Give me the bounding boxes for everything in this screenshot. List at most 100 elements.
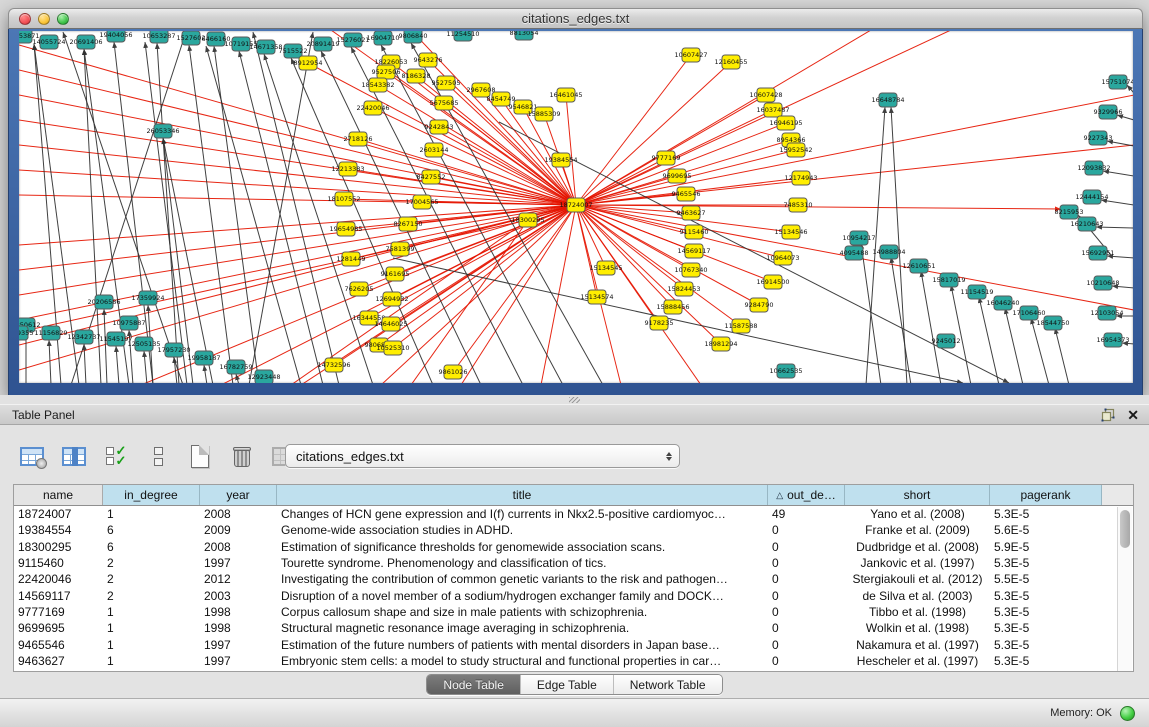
- tab-network-table[interactable]: Network Table: [614, 675, 722, 694]
- minimize-window-button[interactable]: [38, 13, 50, 25]
- table-row[interactable]: 977716911998Corpus callosum shape and si…: [14, 604, 1133, 620]
- zoom-window-button[interactable]: [57, 13, 69, 25]
- graph-node[interactable]: 19654985: [329, 222, 362, 236]
- graph-node[interactable]: 12610651: [902, 259, 935, 273]
- graph-node[interactable]: 16037487: [756, 103, 789, 117]
- graph-node[interactable]: 12103054: [1090, 306, 1123, 320]
- graph-node[interactable]: 11154519: [960, 285, 993, 299]
- graph-node[interactable]: 16954373: [1096, 333, 1129, 347]
- citation-network-graph[interactable]: 2055387114055724206914061940405610653287…: [19, 31, 1133, 383]
- graph-node[interactable]: 10662535: [769, 364, 802, 378]
- table-row[interactable]: 946362711997Embryonic stem cells: a mode…: [14, 653, 1133, 669]
- graph-node[interactable]: 12160455: [714, 55, 747, 69]
- table-row[interactable]: 1938455462009Genome-wide association stu…: [14, 522, 1133, 538]
- graph-node[interactable]: 10964073: [766, 251, 799, 265]
- graph-node[interactable]: 11587588: [724, 319, 757, 333]
- graph-node[interactable]: 18543382: [361, 78, 394, 92]
- graph-node[interactable]: 19958187: [187, 351, 220, 365]
- graph-node[interactable]: 15824453: [667, 282, 700, 296]
- column-header-out_de[interactable]: △out_de…: [768, 485, 845, 505]
- table-row[interactable]: 1830029562008Estimation of significance …: [14, 539, 1133, 555]
- graph-node[interactable]: 14988804: [872, 245, 905, 259]
- graph-node[interactable]: 20206586: [87, 295, 120, 309]
- graph-node[interactable]: 11254510: [446, 31, 479, 41]
- graph-node[interactable]: 12174943: [784, 171, 817, 185]
- graph-node[interactable]: 15276021: [336, 33, 369, 47]
- table-settings-icon[interactable]: [18, 442, 46, 470]
- graph-node[interactable]: 18544750: [1036, 316, 1069, 330]
- tab-node-table[interactable]: Node Table: [427, 675, 521, 694]
- graph-node[interactable]: 9329966: [1094, 105, 1123, 119]
- divider-grip-icon[interactable]: [569, 397, 580, 403]
- graph-node[interactable]: 16904710: [366, 31, 399, 45]
- table-row[interactable]: 1872400712008Changes of HCN gene express…: [14, 506, 1133, 522]
- graph-node[interactable]: 8813054: [510, 31, 539, 40]
- table-row[interactable]: 2242004622012Investigating the contribut…: [14, 571, 1133, 587]
- graph-node[interactable]: 15692951: [1081, 246, 1114, 260]
- graph-node[interactable]: 16046240: [986, 296, 1019, 310]
- close-panel-icon[interactable]: ✕: [1127, 408, 1139, 422]
- graph-node[interactable]: 10975887: [112, 316, 145, 330]
- graph-node[interactable]: 12093832: [1077, 161, 1110, 175]
- table-row[interactable]: 1456911722003Disruption of a novel membe…: [14, 587, 1133, 603]
- table-row[interactable]: 946554611997Estimation of the future num…: [14, 636, 1133, 652]
- graph-node[interactable]: 12213383: [331, 162, 364, 176]
- graph-node[interactable]: 12923448: [247, 370, 280, 383]
- graph-node[interactable]: 7626205: [345, 282, 374, 296]
- column-header-year[interactable]: year: [200, 485, 277, 505]
- graph-node[interactable]: 15134546: [774, 225, 807, 239]
- column-header-title[interactable]: title: [277, 485, 768, 505]
- graph-node[interactable]: 9227343: [1084, 131, 1113, 145]
- graph-node[interactable]: 17106460: [1012, 306, 1045, 320]
- graph-node[interactable]: 16461045: [549, 88, 582, 102]
- graph-node[interactable]: 9861026: [439, 365, 468, 379]
- graph-node[interactable]: 10767340: [674, 263, 707, 277]
- graph-node[interactable]: 18107552: [327, 192, 360, 206]
- table-scrollbar[interactable]: [1117, 507, 1132, 671]
- window-titlebar[interactable]: citations_edges.txt: [8, 8, 1143, 29]
- table-row[interactable]: 911546021997Tourette syndrome. Phenomeno…: [14, 555, 1133, 571]
- graph-node[interactable]: 4095488: [840, 246, 869, 260]
- column-header-short[interactable]: short: [845, 485, 990, 505]
- graph-node[interactable]: 9284790: [745, 298, 774, 312]
- graph-node[interactable]: 12444154: [1075, 190, 1108, 204]
- column-visibility-icon[interactable]: [60, 442, 88, 470]
- graph-node[interactable]: 8186328: [402, 69, 431, 83]
- graph-node[interactable]: 9242843: [425, 120, 454, 134]
- graph-node[interactable]: 17957230: [157, 343, 190, 357]
- graph-node[interactable]: 15888456: [656, 300, 689, 314]
- column-header-name[interactable]: name: [14, 485, 103, 505]
- graph-node[interactable]: 19404056: [99, 31, 132, 42]
- graph-node[interactable]: 2718126: [344, 132, 373, 146]
- graph-node[interactable]: 5675685: [430, 96, 459, 110]
- graph-node[interactable]: 10954217: [842, 231, 875, 245]
- graph-node[interactable]: 10210648: [1086, 276, 1119, 290]
- stacked-boxes-icon[interactable]: [144, 442, 172, 470]
- graph-node[interactable]: 2603144: [420, 143, 449, 157]
- graph-node[interactable]: 20691406: [69, 35, 102, 49]
- graph-node[interactable]: 9806840: [399, 31, 428, 43]
- graph-node[interactable]: 16648784: [871, 93, 904, 107]
- graph-node[interactable]: 10607428: [749, 88, 782, 102]
- graph-node[interactable]: 10653287: [142, 31, 175, 43]
- float-panel-icon[interactable]: [1101, 408, 1115, 422]
- row-selection-icon[interactable]: ✓ ✓: [102, 442, 130, 470]
- graph-node[interactable]: 14732596: [317, 358, 350, 372]
- trash-icon[interactable]: [228, 442, 256, 470]
- tab-edge-table[interactable]: Edge Table: [521, 675, 614, 694]
- graph-node[interactable]: 15134545: [589, 261, 622, 275]
- graph-node[interactable]: 15134574: [580, 290, 613, 304]
- graph-node[interactable]: 8267150: [394, 217, 423, 231]
- table-select-dropdown[interactable]: citations_edges.txt: [285, 444, 680, 468]
- network-canvas[interactable]: 2055387114055724206914061940405610653287…: [19, 31, 1133, 383]
- new-document-icon[interactable]: [186, 442, 214, 470]
- graph-node[interactable]: 18981294: [704, 337, 737, 351]
- graph-node[interactable]: 9465546: [672, 187, 701, 201]
- table-row[interactable]: 969969511998Structural magnetic resonanc…: [14, 620, 1133, 636]
- column-header-in_degree[interactable]: in_degree: [103, 485, 200, 505]
- close-window-button[interactable]: [19, 13, 31, 25]
- graph-node[interactable]: 15817019: [932, 273, 965, 287]
- panel-divider[interactable]: [0, 395, 1149, 404]
- graph-node[interactable]: 17359924: [131, 291, 164, 305]
- scrollbar-thumb[interactable]: [1120, 510, 1130, 548]
